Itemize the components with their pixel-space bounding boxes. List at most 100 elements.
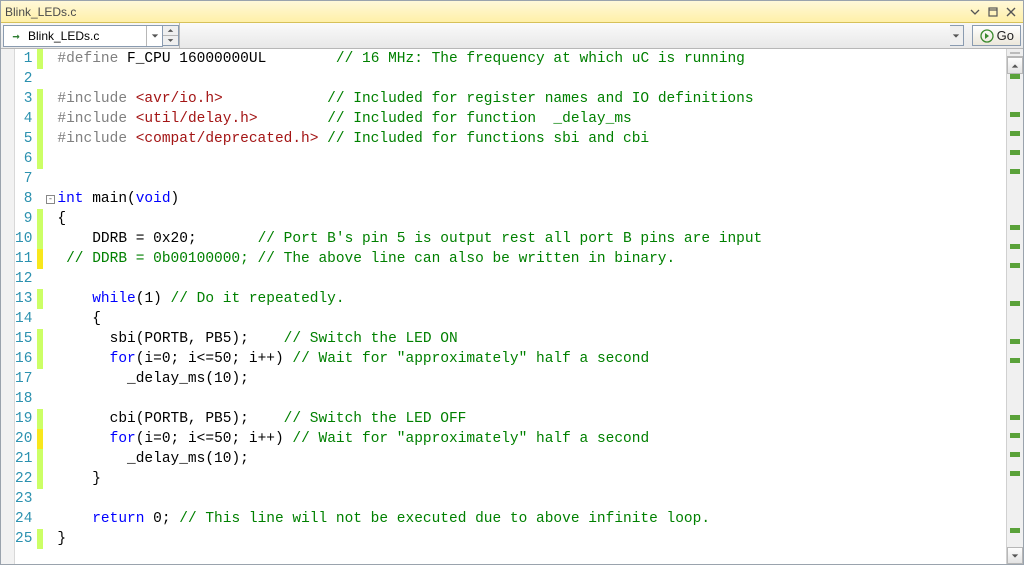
fold-slot	[43, 389, 57, 409]
breakpoint-slot[interactable]	[1, 169, 14, 189]
maximize-button[interactable]	[985, 4, 1001, 20]
line-number: 21	[15, 449, 37, 469]
code-line[interactable]: #define F_CPU 16000000UL // 16 MHz: The …	[57, 49, 1006, 69]
breakpoint-slot[interactable]	[1, 69, 14, 89]
code-line[interactable]: for(i=0; i<=50; i++) // Wait for "approx…	[57, 349, 1006, 369]
file-scope-combo[interactable]: → Blink_LEDs.c	[3, 25, 163, 47]
fold-slot	[43, 149, 57, 169]
spinner-down-icon[interactable]	[163, 36, 178, 45]
fold-slot	[43, 229, 57, 249]
fold-collapse-icon[interactable]: -	[46, 195, 55, 204]
code-line[interactable]	[57, 489, 1006, 509]
fold-margin[interactable]: -	[43, 49, 57, 564]
breakpoint-slot[interactable]	[1, 149, 14, 169]
breakpoint-slot[interactable]	[1, 349, 14, 369]
breakpoint-slot[interactable]	[1, 249, 14, 269]
breakpoint-slot[interactable]	[1, 189, 14, 209]
overview-change-mark[interactable]	[1010, 112, 1020, 117]
breakpoint-slot[interactable]	[1, 449, 14, 469]
breakpoint-slot[interactable]	[1, 509, 14, 529]
overview-change-mark[interactable]	[1010, 471, 1020, 476]
member-combo-dropdown[interactable]	[950, 25, 964, 46]
breakpoint-slot[interactable]	[1, 429, 14, 449]
code-line[interactable]: {	[57, 209, 1006, 229]
code-line[interactable]: _delay_ms(10);	[57, 369, 1006, 389]
code-text-area[interactable]: #define F_CPU 16000000UL // 16 MHz: The …	[57, 49, 1006, 564]
breakpoint-slot[interactable]	[1, 489, 14, 509]
fold-slot	[43, 529, 57, 549]
split-handle-icon[interactable]	[1007, 49, 1023, 57]
breakpoint-slot[interactable]	[1, 469, 14, 489]
code-line[interactable]: #include <avr/io.h> // Included for regi…	[57, 89, 1006, 109]
scrollbar-track[interactable]	[1007, 74, 1023, 547]
overview-change-mark[interactable]	[1010, 452, 1020, 457]
line-number: 25	[15, 529, 37, 549]
overview-change-mark[interactable]	[1010, 358, 1020, 363]
overview-change-mark[interactable]	[1010, 225, 1020, 230]
code-line[interactable]: while(1) // Do it repeatedly.	[57, 289, 1006, 309]
code-line[interactable]: #include <compat/deprecated.h> // Includ…	[57, 129, 1006, 149]
overview-change-mark[interactable]	[1010, 415, 1020, 420]
code-line[interactable]	[57, 389, 1006, 409]
window-title: Blink_LEDs.c	[5, 5, 965, 19]
breakpoint-slot[interactable]	[1, 329, 14, 349]
breakpoint-slot[interactable]	[1, 289, 14, 309]
code-line[interactable]: sbi(PORTB, PB5); // Switch the LED ON	[57, 329, 1006, 349]
code-line[interactable]: #include <util/delay.h> // Included for …	[57, 109, 1006, 129]
overview-change-mark[interactable]	[1010, 74, 1020, 79]
line-number: 2	[15, 69, 37, 89]
code-line[interactable]: return 0; // This line will not be execu…	[57, 509, 1006, 529]
overview-change-mark[interactable]	[1010, 169, 1020, 174]
breakpoint-slot[interactable]	[1, 309, 14, 329]
code-line[interactable]: }	[57, 529, 1006, 549]
line-number-gutter: 1234567891011121314151617181920212223242…	[15, 49, 37, 564]
scroll-up-button[interactable]	[1007, 57, 1023, 74]
overview-change-mark[interactable]	[1010, 301, 1020, 306]
breakpoint-slot[interactable]	[1, 209, 14, 229]
overview-change-mark[interactable]	[1010, 339, 1020, 344]
code-line[interactable]: _delay_ms(10);	[57, 449, 1006, 469]
close-button[interactable]	[1003, 4, 1019, 20]
breakpoint-slot[interactable]	[1, 109, 14, 129]
code-editor[interactable]: 1234567891011121314151617181920212223242…	[1, 49, 1006, 564]
code-line[interactable]: {	[57, 309, 1006, 329]
breakpoint-slot[interactable]	[1, 369, 14, 389]
breakpoint-slot[interactable]	[1, 529, 14, 549]
code-line[interactable]: cbi(PORTB, PB5); // Switch the LED OFF	[57, 409, 1006, 429]
overview-change-mark[interactable]	[1010, 150, 1020, 155]
go-button[interactable]: Go	[972, 25, 1021, 46]
code-line[interactable]: for(i=0; i<=50; i++) // Wait for "approx…	[57, 429, 1006, 449]
overview-change-mark[interactable]	[1010, 131, 1020, 136]
breakpoint-margin[interactable]	[1, 49, 15, 564]
scroll-down-button[interactable]	[1007, 547, 1023, 564]
breakpoint-slot[interactable]	[1, 229, 14, 249]
overview-change-mark[interactable]	[1010, 244, 1020, 249]
title-bar: Blink_LEDs.c	[1, 1, 1023, 23]
spinner-up-icon[interactable]	[163, 26, 178, 36]
member-combo-empty[interactable]	[179, 23, 950, 48]
code-line[interactable]	[57, 169, 1006, 189]
code-line[interactable]	[57, 269, 1006, 289]
breakpoint-slot[interactable]	[1, 89, 14, 109]
window-menu-button[interactable]	[967, 4, 983, 20]
combo-dropdown-icon[interactable]	[146, 26, 162, 46]
line-number: 13	[15, 289, 37, 309]
code-line[interactable]: DDRB = 0x20; // Port B's pin 5 is output…	[57, 229, 1006, 249]
editor-area: 1234567891011121314151617181920212223242…	[1, 49, 1023, 564]
breakpoint-slot[interactable]	[1, 269, 14, 289]
overview-change-mark[interactable]	[1010, 433, 1020, 438]
code-line[interactable]: // DDRB = 0b00100000; // The above line …	[57, 249, 1006, 269]
breakpoint-slot[interactable]	[1, 129, 14, 149]
vertical-scrollbar[interactable]	[1006, 49, 1023, 564]
code-line[interactable]: int main(void)	[57, 189, 1006, 209]
code-line[interactable]: }	[57, 469, 1006, 489]
fold-slot[interactable]: -	[43, 189, 57, 209]
breakpoint-slot[interactable]	[1, 409, 14, 429]
overview-change-mark[interactable]	[1010, 528, 1020, 533]
scope-history-spinner[interactable]	[163, 25, 179, 46]
overview-change-mark[interactable]	[1010, 263, 1020, 268]
breakpoint-slot[interactable]	[1, 389, 14, 409]
code-line[interactable]	[57, 69, 1006, 89]
breakpoint-slot[interactable]	[1, 49, 14, 69]
code-line[interactable]	[57, 149, 1006, 169]
